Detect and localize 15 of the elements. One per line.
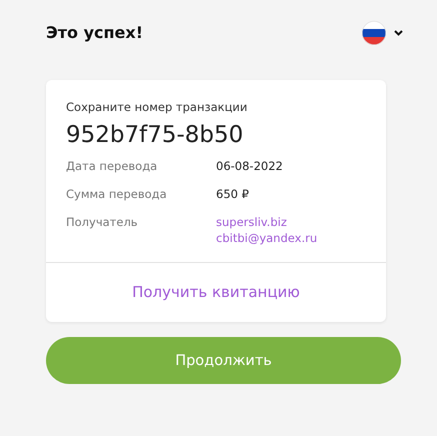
flag-icon — [362, 21, 386, 45]
recipient-link[interactable]: cbitbi@yandex.ru — [216, 230, 366, 246]
receipt-link[interactable]: Получить квитанцию — [126, 282, 306, 302]
transaction-id: 952b7f75-8b50 — [66, 122, 244, 148]
field-value: 650 ₽ — [216, 186, 250, 202]
continue-button[interactable]: Продолжить — [46, 337, 401, 384]
caption: Сохраните номер транзакции — [66, 100, 248, 114]
page-title: Это успех! — [46, 23, 144, 42]
recipient-link[interactable]: supersliv.biz — [216, 214, 366, 230]
field-label: Сумма перевода — [66, 186, 168, 202]
language-selector[interactable] — [362, 21, 403, 45]
field-label: Получатель — [66, 214, 139, 231]
chevron-down-icon — [394, 30, 403, 36]
field-label: Дата перевода — [66, 158, 158, 174]
field-value: 06-08-2022 — [216, 158, 284, 174]
